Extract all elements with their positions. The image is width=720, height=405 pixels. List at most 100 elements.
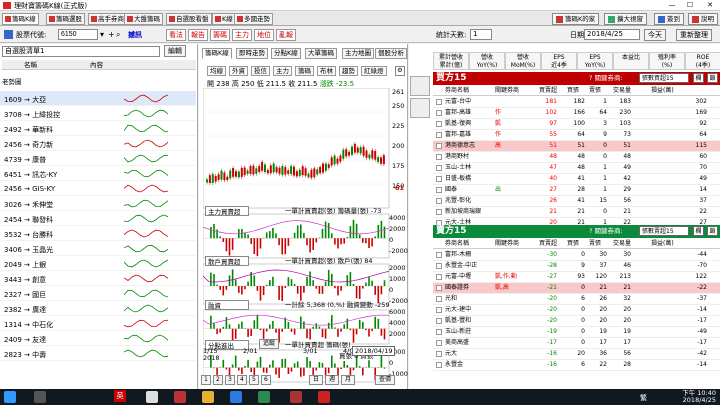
page-button[interactable]: 2 bbox=[213, 375, 223, 385]
row-checkbox[interactable] bbox=[436, 351, 442, 357]
column-header[interactable]: 關鍵券商 bbox=[495, 239, 519, 249]
stock-row[interactable]: 3708 → 上緯投控 bbox=[0, 106, 196, 121]
broker-row[interactable]: 永豐金 -16 6 22 28 -14 bbox=[433, 360, 720, 371]
tab-kline[interactable]: K線 bbox=[212, 13, 236, 25]
query-button[interactable]: 查價 bbox=[375, 375, 396, 385]
period-button[interactable]: 週 bbox=[325, 375, 340, 385]
stock-row[interactable]: 2823 → 中壽 bbox=[0, 346, 196, 361]
indicator-toggle[interactable]: 趨勢 bbox=[339, 66, 358, 76]
chart-subtab[interactable]: 大單籌碼 bbox=[305, 48, 337, 59]
indicator-select[interactable]: 融資 bbox=[205, 300, 249, 310]
row-checkbox[interactable] bbox=[436, 252, 442, 258]
lang-indicator[interactable]: 繁 bbox=[640, 393, 647, 403]
broker-row[interactable]: 國泰證券 凱,高 -21 0 21 21 -22 bbox=[433, 283, 720, 294]
page-button[interactable]: 1 bbox=[201, 375, 211, 385]
broker-row[interactable]: 玉山-士林 47 48 1 49 70 bbox=[433, 163, 720, 174]
login-button[interactable]: 簽到 bbox=[654, 13, 684, 25]
broker-row[interactable]: 元富-台中 181 182 1 183 302 bbox=[433, 97, 720, 108]
dropdown-icon[interactable]: ▾ bbox=[100, 30, 104, 39]
tab-chip-screen[interactable]: 籌碼選股 bbox=[46, 13, 85, 25]
broker-row[interactable]: 富邦-木柵 -30 0 30 30 -44 bbox=[433, 250, 720, 261]
row-checkbox[interactable] bbox=[436, 296, 442, 302]
question-icon[interactable]: ? bbox=[589, 74, 592, 82]
today-button[interactable]: 今天 bbox=[644, 29, 666, 41]
app-icon-2[interactable] bbox=[258, 391, 270, 403]
stock-row[interactable]: 4739 → 康普 bbox=[0, 151, 196, 166]
view-button[interactable]: 看法 bbox=[166, 29, 186, 41]
clock[interactable]: 下午 10:40 2018/4/25 bbox=[682, 390, 716, 404]
tab-watchlist[interactable]: 自選股看盤 bbox=[166, 13, 212, 25]
row-checkbox[interactable] bbox=[436, 99, 442, 105]
column-header[interactable]: 券商名稱 bbox=[445, 86, 469, 96]
edge-icon[interactable] bbox=[230, 391, 242, 403]
row-checkbox[interactable] bbox=[436, 318, 442, 324]
broker-row[interactable]: 元富-中壢 凱,作,動 -27 93 120 213 122 bbox=[433, 272, 720, 283]
broker-home-button[interactable]: 籌碼K的家 bbox=[552, 13, 600, 25]
tab-expert-brokers[interactable]: 高手券商 bbox=[88, 13, 127, 25]
fundamental-column[interactable]: 本益比 bbox=[613, 52, 649, 70]
stock-row[interactable]: 3443 → 創意 bbox=[0, 271, 196, 286]
buy-column-button[interactable]: 欄 bbox=[693, 73, 704, 83]
row-checkbox[interactable] bbox=[436, 329, 442, 335]
indicator-select[interactable]: 主力買賣超 bbox=[205, 206, 249, 216]
fundamental-column[interactable]: ROE (4季) bbox=[685, 52, 720, 70]
indicator-toggle[interactable]: 均線 bbox=[207, 66, 226, 76]
edit-watchlist-button[interactable]: 編輯 bbox=[164, 45, 186, 57]
row-checkbox[interactable] bbox=[436, 154, 442, 160]
row-checkbox[interactable] bbox=[436, 121, 442, 127]
column-header[interactable]: 交易量 bbox=[613, 239, 631, 249]
period-button[interactable]: 日 bbox=[309, 375, 324, 385]
add-icon[interactable]: + bbox=[108, 30, 115, 39]
indicator-select[interactable]: 散戶買賣超 bbox=[205, 256, 249, 266]
ime-indicator[interactable]: 英 bbox=[114, 390, 126, 402]
sell-lock-button[interactable]: 鎖 bbox=[707, 226, 718, 236]
broker-row[interactable]: 永豐金-中正 -28 9 37 46 -70 bbox=[433, 261, 720, 272]
column-header[interactable]: 賣張 bbox=[589, 239, 601, 249]
broker-row[interactable]: 美商高盛 -17 0 17 17 -17 bbox=[433, 338, 720, 349]
broker-row[interactable]: 新加坡商瑞銀 21 21 0 21 22 bbox=[433, 207, 720, 218]
broker-row[interactable]: 元大-建中 -20 0 20 20 -14 bbox=[433, 305, 720, 316]
row-checkbox[interactable] bbox=[436, 187, 442, 193]
row-checkbox[interactable] bbox=[436, 274, 442, 280]
date-input[interactable]: 2018/4/25 bbox=[584, 29, 640, 40]
indicator-toggle[interactable]: 投信 bbox=[251, 66, 270, 76]
column-header[interactable]: 買賣超 bbox=[539, 86, 557, 96]
column-header[interactable]: 關鍵券商 bbox=[495, 86, 519, 96]
row-checkbox[interactable] bbox=[436, 362, 442, 368]
chip-app-icon[interactable] bbox=[318, 391, 330, 403]
broker-row[interactable]: 富邦-高雄 作 102 166 64 230 169 bbox=[433, 108, 720, 119]
stock-row[interactable]: 3406 → 玉晶光 bbox=[0, 241, 196, 256]
question-icon[interactable]: ? bbox=[589, 227, 592, 235]
stock-row[interactable]: 2409 → 友達 bbox=[0, 331, 196, 346]
broker-row[interactable]: 兆豐-彰化 26 41 15 56 37 bbox=[433, 196, 720, 207]
row-checkbox[interactable] bbox=[436, 165, 442, 171]
chart-subtab[interactable]: 分點K線 bbox=[271, 48, 301, 59]
stock-row[interactable]: 1314 → 中石化 bbox=[0, 316, 196, 331]
sell-column-button[interactable]: 欄 bbox=[693, 226, 704, 236]
broker-row[interactable]: 元大 -16 20 36 56 -42 bbox=[433, 349, 720, 360]
indicator-toggle[interactable]: 布林 bbox=[317, 66, 336, 76]
stock-row[interactable]: 1609 → 大亞 bbox=[0, 91, 196, 106]
period-button[interactable]: 月 bbox=[341, 375, 356, 385]
help-button[interactable]: 說明 bbox=[688, 13, 718, 25]
refresh-button[interactable]: 重新整理 bbox=[676, 29, 712, 41]
start-icon[interactable] bbox=[4, 391, 16, 403]
column-header[interactable]: 損益(萬) bbox=[651, 239, 674, 249]
stock-row[interactable]: 2492 → 華新科 bbox=[0, 121, 196, 136]
buy-lock-button[interactable]: 鎖 bbox=[707, 73, 718, 83]
chart-subtab[interactable]: 籌碼K線 bbox=[202, 48, 232, 59]
stock-row[interactable]: 2456 → GIS-KY bbox=[0, 181, 196, 196]
app-icon-1[interactable] bbox=[174, 391, 186, 403]
fundamental-column[interactable]: 殖利率 (%) bbox=[649, 52, 685, 70]
main-force-button[interactable]: 主力 bbox=[232, 29, 252, 41]
broker-row[interactable]: 凱基-復興 凱 97 100 3 103 92 bbox=[433, 119, 720, 130]
row-checkbox[interactable] bbox=[436, 209, 442, 215]
fundamental-column[interactable]: 營收 YoY(%) bbox=[469, 52, 505, 70]
indicator-toggle[interactable]: 外資 bbox=[229, 66, 248, 76]
page-button[interactable]: 6 bbox=[261, 375, 271, 385]
row-checkbox[interactable] bbox=[436, 307, 442, 313]
chart-subtab[interactable]: 個股分析 bbox=[375, 48, 407, 59]
chips-button[interactable]: 籌碼 bbox=[210, 29, 230, 41]
broker-row[interactable]: 玉山-新莊 -19 0 19 19 -49 bbox=[433, 327, 720, 338]
settings-icon[interactable]: ⚙ bbox=[395, 66, 405, 76]
